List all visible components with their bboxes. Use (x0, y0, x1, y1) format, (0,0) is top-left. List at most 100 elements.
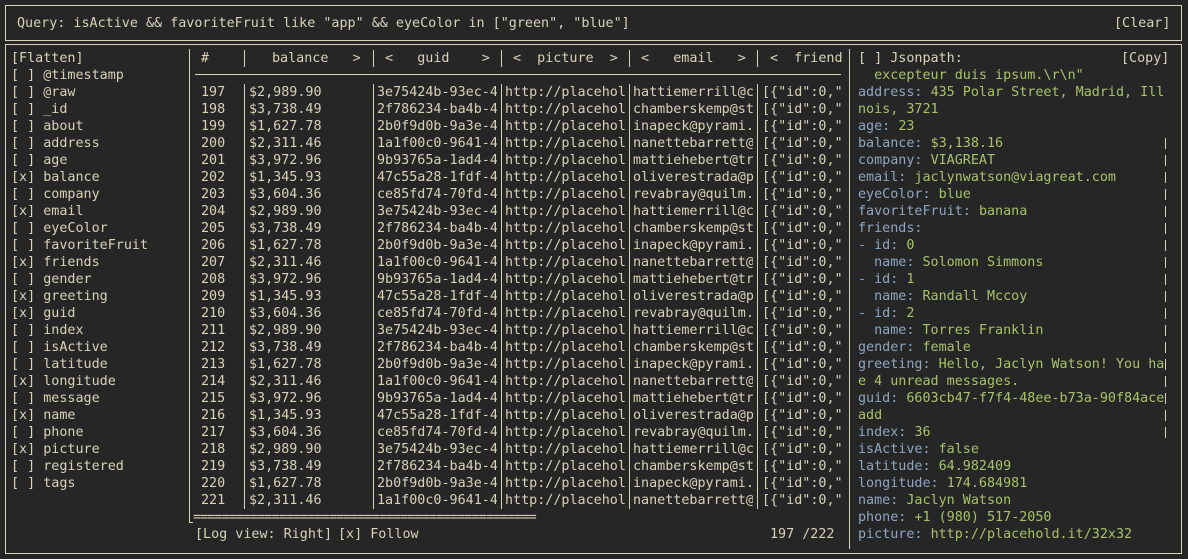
table-cell-email[interactable]: chamberskemp@st (633, 220, 753, 237)
field-toggle[interactable]: [x] balance (11, 169, 100, 186)
field-toggle[interactable]: [ ] tags (11, 475, 76, 492)
field-toggle[interactable]: [ ] age (11, 152, 67, 169)
field-toggle[interactable]: [x] longitude (11, 373, 116, 390)
table-cell-friends[interactable]: [{"id":0," (762, 305, 842, 322)
table-cell-email[interactable]: nanettebarrett@ (633, 373, 753, 390)
table-cell-email[interactable]: nanettebarrett@ (633, 135, 753, 152)
table-cell-picture[interactable]: http://placehol (505, 254, 625, 271)
field-toggle[interactable]: [ ] @timestamp (11, 67, 124, 84)
table-cell-guid[interactable]: 2b0f9d0b-9a3e-4 (377, 118, 497, 135)
table-cell-friends[interactable]: [{"id":0," (762, 152, 842, 169)
table-cell-friends[interactable]: [{"id":0," (762, 373, 842, 390)
table-cell-balance[interactable]: $1,627.78 (249, 118, 371, 135)
table-cell-index[interactable]: 202 (201, 169, 241, 186)
table-cell-index[interactable]: 200 (201, 135, 241, 152)
field-toggle[interactable]: [ ] isActive (11, 339, 108, 356)
table-cell-index[interactable]: 215 (201, 390, 241, 407)
table-cell-picture[interactable]: http://placehol (505, 424, 625, 441)
table-cell-friends[interactable]: [{"id":0," (762, 254, 842, 271)
table-cell-balance[interactable]: $3,972.96 (249, 271, 371, 288)
table-cell-index[interactable]: 214 (201, 373, 241, 390)
table-cell-balance[interactable]: $3,738.49 (249, 339, 371, 356)
table-cell-friends[interactable]: [{"id":0," (762, 288, 842, 305)
table-cell-index[interactable]: 201 (201, 152, 241, 169)
table-cell-email[interactable]: nanettebarrett@ (633, 254, 753, 271)
table-cell-index[interactable]: 207 (201, 254, 241, 271)
table-cell-guid[interactable]: 2f786234-ba4b-4 (377, 458, 497, 475)
table-cell-balance[interactable]: $2,311.46 (249, 373, 371, 390)
table-cell-picture[interactable]: http://placehol (505, 152, 625, 169)
table-cell-email[interactable]: mattiehebert@tr (633, 390, 753, 407)
table-cell-balance[interactable]: $2,311.46 (249, 254, 371, 271)
field-toggle[interactable]: [ ] latitude (11, 356, 108, 373)
field-toggle[interactable]: [x] friends (11, 254, 100, 271)
table-cell-picture[interactable]: http://placehol (505, 390, 625, 407)
table-cell-balance[interactable]: $3,738.49 (249, 458, 371, 475)
table-cell-index[interactable]: 199 (201, 118, 241, 135)
table-cell-email[interactable]: hattiemerrill@c (633, 84, 753, 101)
table-cell-index[interactable]: 198 (201, 101, 241, 118)
table-cell-email[interactable]: chamberskemp@st (633, 458, 753, 475)
table-cell-balance[interactable]: $3,604.36 (249, 424, 371, 441)
table-cell-email[interactable]: hattiemerrill@c (633, 322, 753, 339)
table-cell-friends[interactable]: [{"id":0," (762, 237, 842, 254)
table-cell-picture[interactable]: http://placehol (505, 356, 625, 373)
table-cell-balance[interactable]: $3,972.96 (249, 152, 371, 169)
table-cell-picture[interactable]: http://placehol (505, 492, 625, 509)
table-cell-index[interactable]: 219 (201, 458, 241, 475)
field-toggle[interactable]: [ ] eyeColor (11, 220, 108, 237)
table-cell-email[interactable]: nanettebarrett@ (633, 492, 753, 509)
table-cell-picture[interactable]: http://placehol (505, 458, 625, 475)
table-cell-email[interactable]: inapeck@pyrami. (633, 356, 753, 373)
table-cell-friends[interactable]: [{"id":0," (762, 356, 842, 373)
table-cell-balance[interactable]: $3,738.49 (249, 220, 371, 237)
table-cell-balance[interactable]: $1,627.78 (249, 237, 371, 254)
table-cell-guid[interactable]: 3e75424b-93ec-4 (377, 441, 497, 458)
table-cell-guid[interactable]: 1a1f00c0-9641-4 (377, 373, 497, 390)
table-cell-balance[interactable]: $2,311.46 (249, 135, 371, 152)
table-cell-picture[interactable]: http://placehol (505, 186, 625, 203)
table-cell-index[interactable]: 212 (201, 339, 241, 356)
table-cell-index[interactable]: 205 (201, 220, 241, 237)
table-cell-picture[interactable]: http://placehol (505, 237, 625, 254)
field-toggle[interactable]: [ ] address (11, 135, 100, 152)
table-cell-balance[interactable]: $2,311.46 (249, 492, 371, 509)
table-cell-index[interactable]: 204 (201, 203, 241, 220)
table-cell-email[interactable]: oliverestrada@p (633, 288, 753, 305)
table-cell-friends[interactable]: [{"id":0," (762, 271, 842, 288)
table-cell-balance[interactable]: $2,989.90 (249, 322, 371, 339)
table-cell-friends[interactable]: [{"id":0," (762, 441, 842, 458)
table-cell-index[interactable]: 221 (201, 492, 241, 509)
column-header-index[interactable]: # (201, 50, 209, 67)
table-cell-email[interactable]: chamberskemp@st (633, 101, 753, 118)
table-cell-picture[interactable]: http://placehol (505, 305, 625, 322)
table-cell-guid[interactable]: ce85fd74-70fd-4 (377, 305, 497, 322)
table-cell-index[interactable]: 217 (201, 424, 241, 441)
field-toggle[interactable]: [ ] @raw (11, 84, 76, 101)
table-cell-friends[interactable]: [{"id":0," (762, 339, 842, 356)
table-cell-guid[interactable]: 1a1f00c0-9641-4 (377, 492, 497, 509)
field-toggle[interactable]: [ ] message (11, 390, 100, 407)
field-toggle[interactable]: [ ] about (11, 118, 84, 135)
table-cell-balance[interactable]: $1,345.93 (249, 288, 371, 305)
table-cell-picture[interactable]: http://placehol (505, 407, 625, 424)
table-cell-friends[interactable]: [{"id":0," (762, 186, 842, 203)
column-header-email[interactable]: < email > (641, 50, 746, 67)
table-cell-friends[interactable]: [{"id":0," (762, 169, 842, 186)
table-cell-guid[interactable]: 47c55a28-1fdf-4 (377, 288, 497, 305)
table-cell-index[interactable]: 206 (201, 237, 241, 254)
header-separator[interactable] (629, 50, 630, 67)
table-cell-friends[interactable]: [{"id":0," (762, 424, 842, 441)
table-cell-guid[interactable]: 2b0f9d0b-9a3e-4 (377, 475, 497, 492)
table-cell-friends[interactable]: [{"id":0," (762, 492, 842, 509)
field-toggle[interactable]: [x] greeting (11, 288, 108, 305)
table-cell-friends[interactable]: [{"id":0," (762, 322, 842, 339)
table-cell-friends[interactable]: [{"id":0," (762, 135, 842, 152)
table-cell-guid[interactable]: ce85fd74-70fd-4 (377, 186, 497, 203)
table-cell-balance[interactable]: $1,627.78 (249, 356, 371, 373)
field-toggle[interactable]: [ ] favoriteFruit (11, 237, 148, 254)
column-header-balance[interactable]: balance > (272, 50, 361, 67)
column-header-guid[interactable]: < guid > (385, 50, 490, 67)
table-cell-index[interactable]: 210 (201, 305, 241, 322)
table-cell-guid[interactable]: 3e75424b-93ec-4 (377, 203, 497, 220)
